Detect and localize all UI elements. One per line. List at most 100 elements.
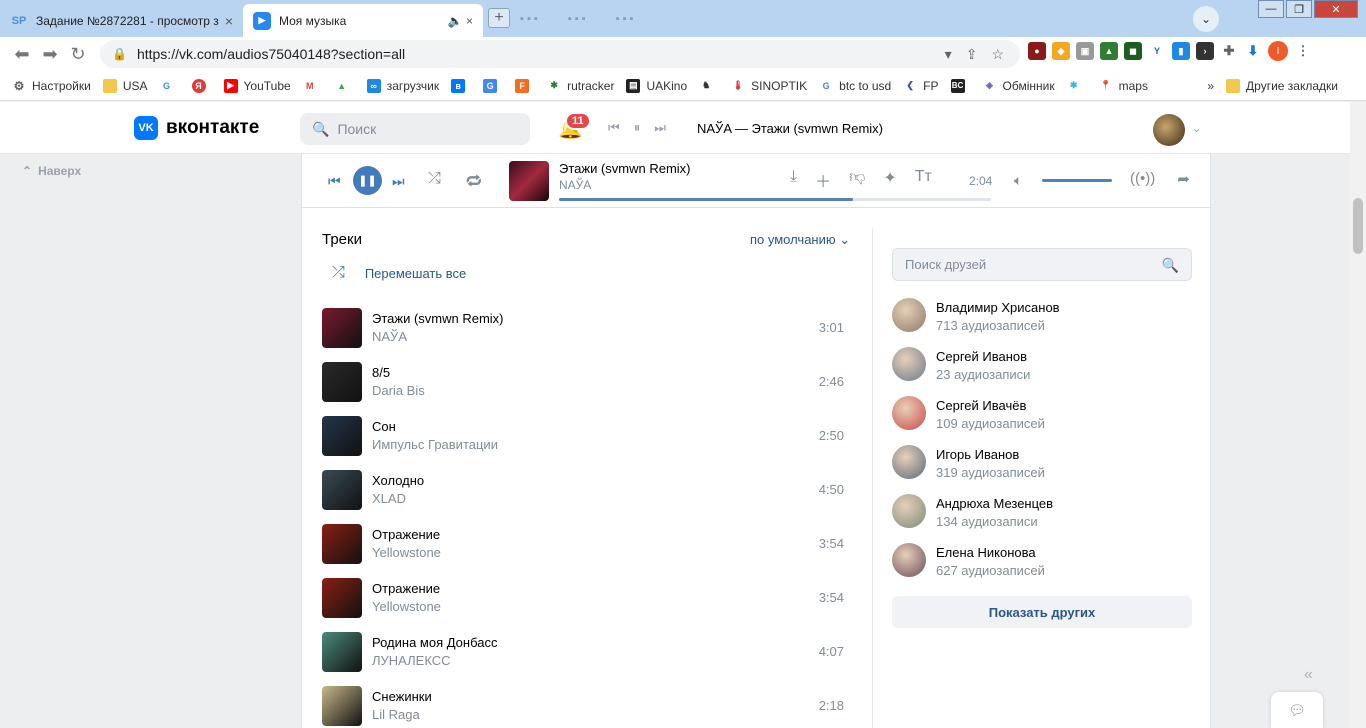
back-icon[interactable]: ⬅ (8, 44, 36, 65)
track-cover[interactable] (322, 362, 362, 402)
sort-dropdown[interactable]: по умолчанию ⌄ (750, 232, 850, 248)
friends-search-input[interactable]: Поиск друзей 🔍 (892, 248, 1192, 281)
bookmark-item[interactable]: BC (950, 78, 971, 93)
player-artist[interactable]: NAЎA (559, 178, 591, 192)
forward-icon[interactable]: ➡ (36, 44, 64, 65)
to-top-link[interactable]: ⌃ Наверх (22, 164, 81, 178)
extension-icon[interactable]: › (1196, 42, 1214, 60)
lyrics-icon[interactable]: Tт (915, 168, 932, 192)
collapse-icon[interactable]: « (1304, 666, 1313, 684)
bookmark-item[interactable]: G (159, 78, 180, 93)
dropdown-icon[interactable]: ▾ (945, 46, 952, 63)
extension-icon[interactable]: ● (1028, 42, 1046, 60)
track-cover[interactable] (322, 632, 362, 672)
add-icon[interactable]: ＋ (815, 168, 831, 192)
track-cover[interactable] (322, 686, 362, 726)
shuffle-icon[interactable]: ⤮ (428, 170, 441, 188)
extension-icon[interactable]: ▣ (1076, 42, 1094, 60)
friend-item[interactable]: Елена Никонова 627 аудиозаписей (892, 543, 1192, 583)
friend-item[interactable]: Андрюха Мезенцев 134 аудиозаписи (892, 494, 1192, 534)
avatar[interactable] (892, 347, 926, 381)
bookmark-item[interactable]: 📍 maps (1098, 78, 1148, 93)
shuffle-all-button[interactable]: ⤮ Перемешать все (332, 264, 466, 282)
close-icon[interactable]: × (225, 13, 233, 29)
sparkle-icon[interactable]: ✦ (883, 168, 896, 192)
bookmark-item[interactable]: USA (102, 78, 148, 93)
chevron-down-icon[interactable]: ⌄ (1192, 122, 1201, 135)
track-row[interactable]: Отражение Yellowstone 3:54 (322, 522, 844, 566)
track-cover[interactable] (322, 524, 362, 564)
dislike-icon[interactable]: 👎︎ (849, 168, 865, 192)
friend-name[interactable]: Андрюха Мезенцев (936, 496, 1053, 511)
previous-icon[interactable]: ⏮ (608, 120, 620, 136)
bookmark-item[interactable]: Я (191, 78, 212, 93)
bookmark-item[interactable]: ∞ загрузчик (366, 78, 439, 93)
avatar[interactable] (892, 494, 926, 528)
bookmark-item[interactable]: Gbtc to usd (819, 78, 891, 93)
track-row[interactable]: Отражение Yellowstone 3:54 (322, 576, 844, 620)
bookmark-item[interactable]: ▲ (334, 78, 355, 93)
track-cover[interactable] (322, 308, 362, 348)
bookmark-item[interactable]: M (302, 78, 323, 93)
chat-button[interactable]: 💬︎ (1271, 692, 1323, 728)
scrollbar-thumb[interactable] (1353, 198, 1363, 254)
friend-name[interactable]: Владимир Хрисанов (936, 300, 1060, 315)
bookmark-item[interactable]: 🌡 SINOPTIK (731, 78, 807, 93)
address-bar[interactable]: 🔒 https://vk.com/audios75040148?section=… (100, 40, 1020, 68)
share-icon[interactable]: ⇪ (966, 46, 978, 63)
reload-icon[interactable]: ↻ (64, 44, 92, 65)
show-more-button[interactable]: Показать других (892, 596, 1192, 628)
extension-icon[interactable]: Y (1148, 42, 1166, 60)
bookmark-item[interactable]: ✱ rutracker (547, 78, 614, 93)
extension-icon[interactable]: ◼ (1124, 42, 1142, 60)
extension-icon[interactable]: ◆ (1052, 42, 1070, 60)
chevron-down-icon[interactable]: ⌄ (1193, 6, 1219, 32)
avatar[interactable] (892, 445, 926, 479)
avatar[interactable] (892, 396, 926, 430)
track-artist[interactable]: Lil Raga (372, 707, 420, 722)
track-row[interactable]: Этажи (svmwn Remix) NAЎA 3:01 (322, 306, 844, 350)
friend-name[interactable]: Игорь Иванов (936, 447, 1019, 462)
friend-item[interactable]: Игорь Иванов 319 аудиозаписей (892, 445, 1192, 485)
more-bookmarks-icon[interactable]: » (1207, 79, 1214, 93)
progress-bar[interactable] (559, 198, 991, 201)
close-icon[interactable]: 🔈 × (448, 14, 473, 28)
pause-button[interactable]: ❚❚ (353, 166, 382, 195)
track-artist[interactable]: Импульс Гравитации (372, 437, 498, 452)
bookmark-item[interactable]: ⚙ Настройки (12, 79, 91, 93)
friend-item[interactable]: Владимир Хрисанов 713 аудиозаписей (892, 298, 1192, 338)
extension-icon[interactable]: ▮ (1172, 42, 1190, 60)
track-artist[interactable]: XLAD (372, 491, 406, 506)
extension-icon[interactable]: ▲ (1100, 42, 1118, 60)
repeat-icon[interactable]: 🔁︎ (466, 170, 482, 193)
avatar[interactable] (1153, 114, 1185, 146)
download-icon[interactable]: ⤓ (790, 168, 797, 192)
star-icon[interactable]: ☆ (991, 46, 1004, 63)
friend-item[interactable]: Сергей Иванов 23 аудиозаписи (892, 347, 1192, 387)
header-now-playing[interactable]: NAЎA — Этажи (svmwn Remix) (697, 121, 883, 136)
profile-avatar[interactable]: I (1268, 41, 1288, 61)
track-artist[interactable]: NAЎA (372, 329, 407, 344)
bookmark-item[interactable]: ❮ FP (903, 78, 939, 93)
track-row[interactable]: Сон Импульс Гравитации 2:50 (322, 414, 844, 458)
next-icon[interactable]: ⏭ (654, 120, 666, 136)
scrollbar[interactable] (1350, 102, 1366, 728)
bookmark-item[interactable]: ♞ (699, 78, 719, 93)
bookmark-item[interactable]: F (515, 78, 535, 93)
menu-icon[interactable]: ⋮ (1294, 42, 1312, 60)
broadcast-icon[interactable]: ((•)) (1130, 170, 1155, 188)
other-bookmarks[interactable]: Другие закладки (1226, 78, 1338, 93)
tab-my-music[interactable]: ▶ Моя музыка 🔈 × (243, 4, 483, 37)
track-cover[interactable] (322, 578, 362, 618)
next-icon[interactable]: ⏭ (392, 173, 405, 190)
share-icon[interactable]: ➦ (1177, 170, 1190, 188)
volume-icon[interactable]: 🔈︎ (1014, 172, 1022, 189)
previous-icon[interactable]: ⏮ (328, 173, 341, 190)
bookmark-item[interactable]: G (483, 78, 503, 93)
track-row[interactable]: Холодно XLAD 4:50 (322, 468, 844, 512)
track-artist[interactable]: ЛУНАЛЕКСС (372, 653, 451, 668)
maximize-button[interactable]: ❐ (1286, 0, 1312, 18)
tab-task[interactable]: SP Задание №2872281 - просмотр з × (0, 4, 243, 37)
track-row[interactable]: 8/5 Daria Bis 2:46 (322, 360, 844, 404)
bookmark-item[interactable]: ✱ (1066, 78, 1087, 93)
